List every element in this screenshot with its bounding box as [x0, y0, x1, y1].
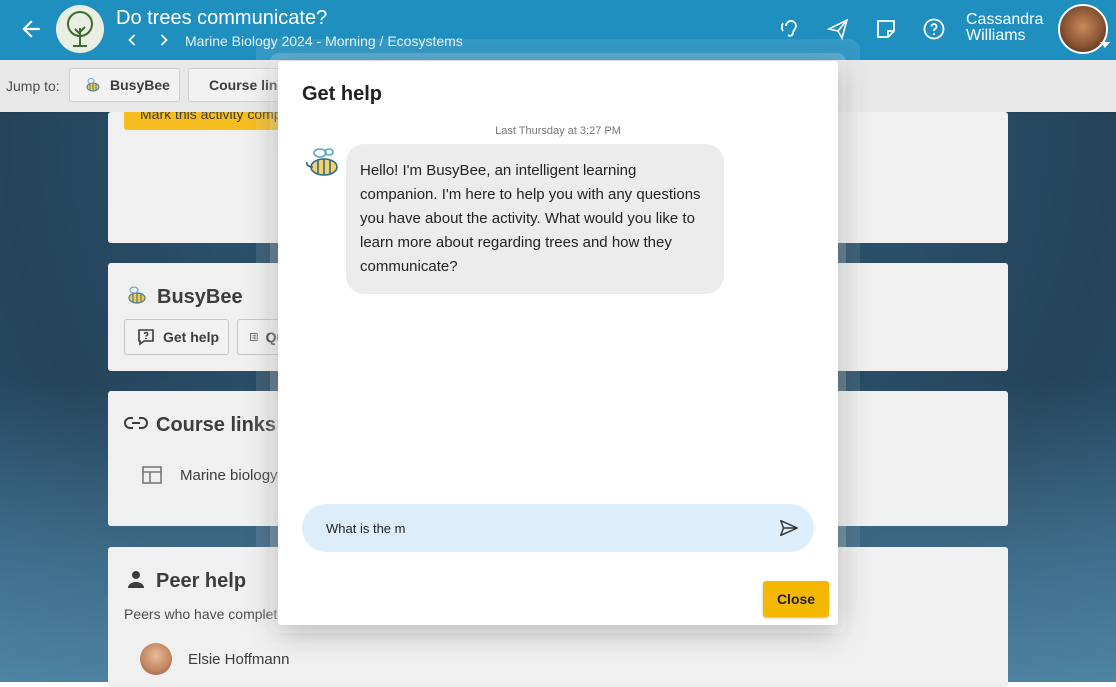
back-arrow-icon[interactable]: [18, 16, 44, 42]
bot-message-bubble: Hello! I'm BusyBee, an intelligent learn…: [346, 144, 724, 294]
dialog-title: Get help: [302, 83, 383, 105]
chevron-right-icon[interactable]: [154, 30, 174, 50]
caret-down-icon[interactable]: [1100, 42, 1110, 50]
help-circle-icon[interactable]: [922, 17, 946, 41]
user-first-name: Cassandra: [966, 11, 1044, 28]
close-button[interactable]: Close: [763, 581, 829, 617]
breadcrumb[interactable]: Marine Biology 2024 - Morning / Ecosyste…: [185, 33, 463, 49]
app-logo[interactable]: [56, 5, 104, 53]
user-name[interactable]: Cassandra Williams: [966, 12, 1043, 44]
send-icon[interactable]: [778, 517, 800, 539]
sticky-note-icon[interactable]: [874, 17, 898, 41]
busybee-bot-icon: [305, 148, 338, 176]
chat-input[interactable]: [326, 518, 766, 538]
top-app-bar: Do trees communicate? Marine Biology 202…: [0, 0, 1116, 60]
chevron-left-icon[interactable]: [122, 30, 142, 50]
user-last-name: Williams: [966, 27, 1026, 44]
tree-icon: [67, 11, 93, 47]
chat-input-container: [302, 504, 814, 552]
page-title: Do trees communicate?: [116, 7, 328, 29]
message-timestamp: Last Thursday at 3:27 PM: [495, 125, 621, 137]
send-message-icon[interactable]: [826, 17, 850, 41]
ear-icon[interactable]: [778, 17, 802, 41]
get-help-dialog: Get help Last Thursday at 3:27 PM Hello!…: [278, 61, 838, 625]
